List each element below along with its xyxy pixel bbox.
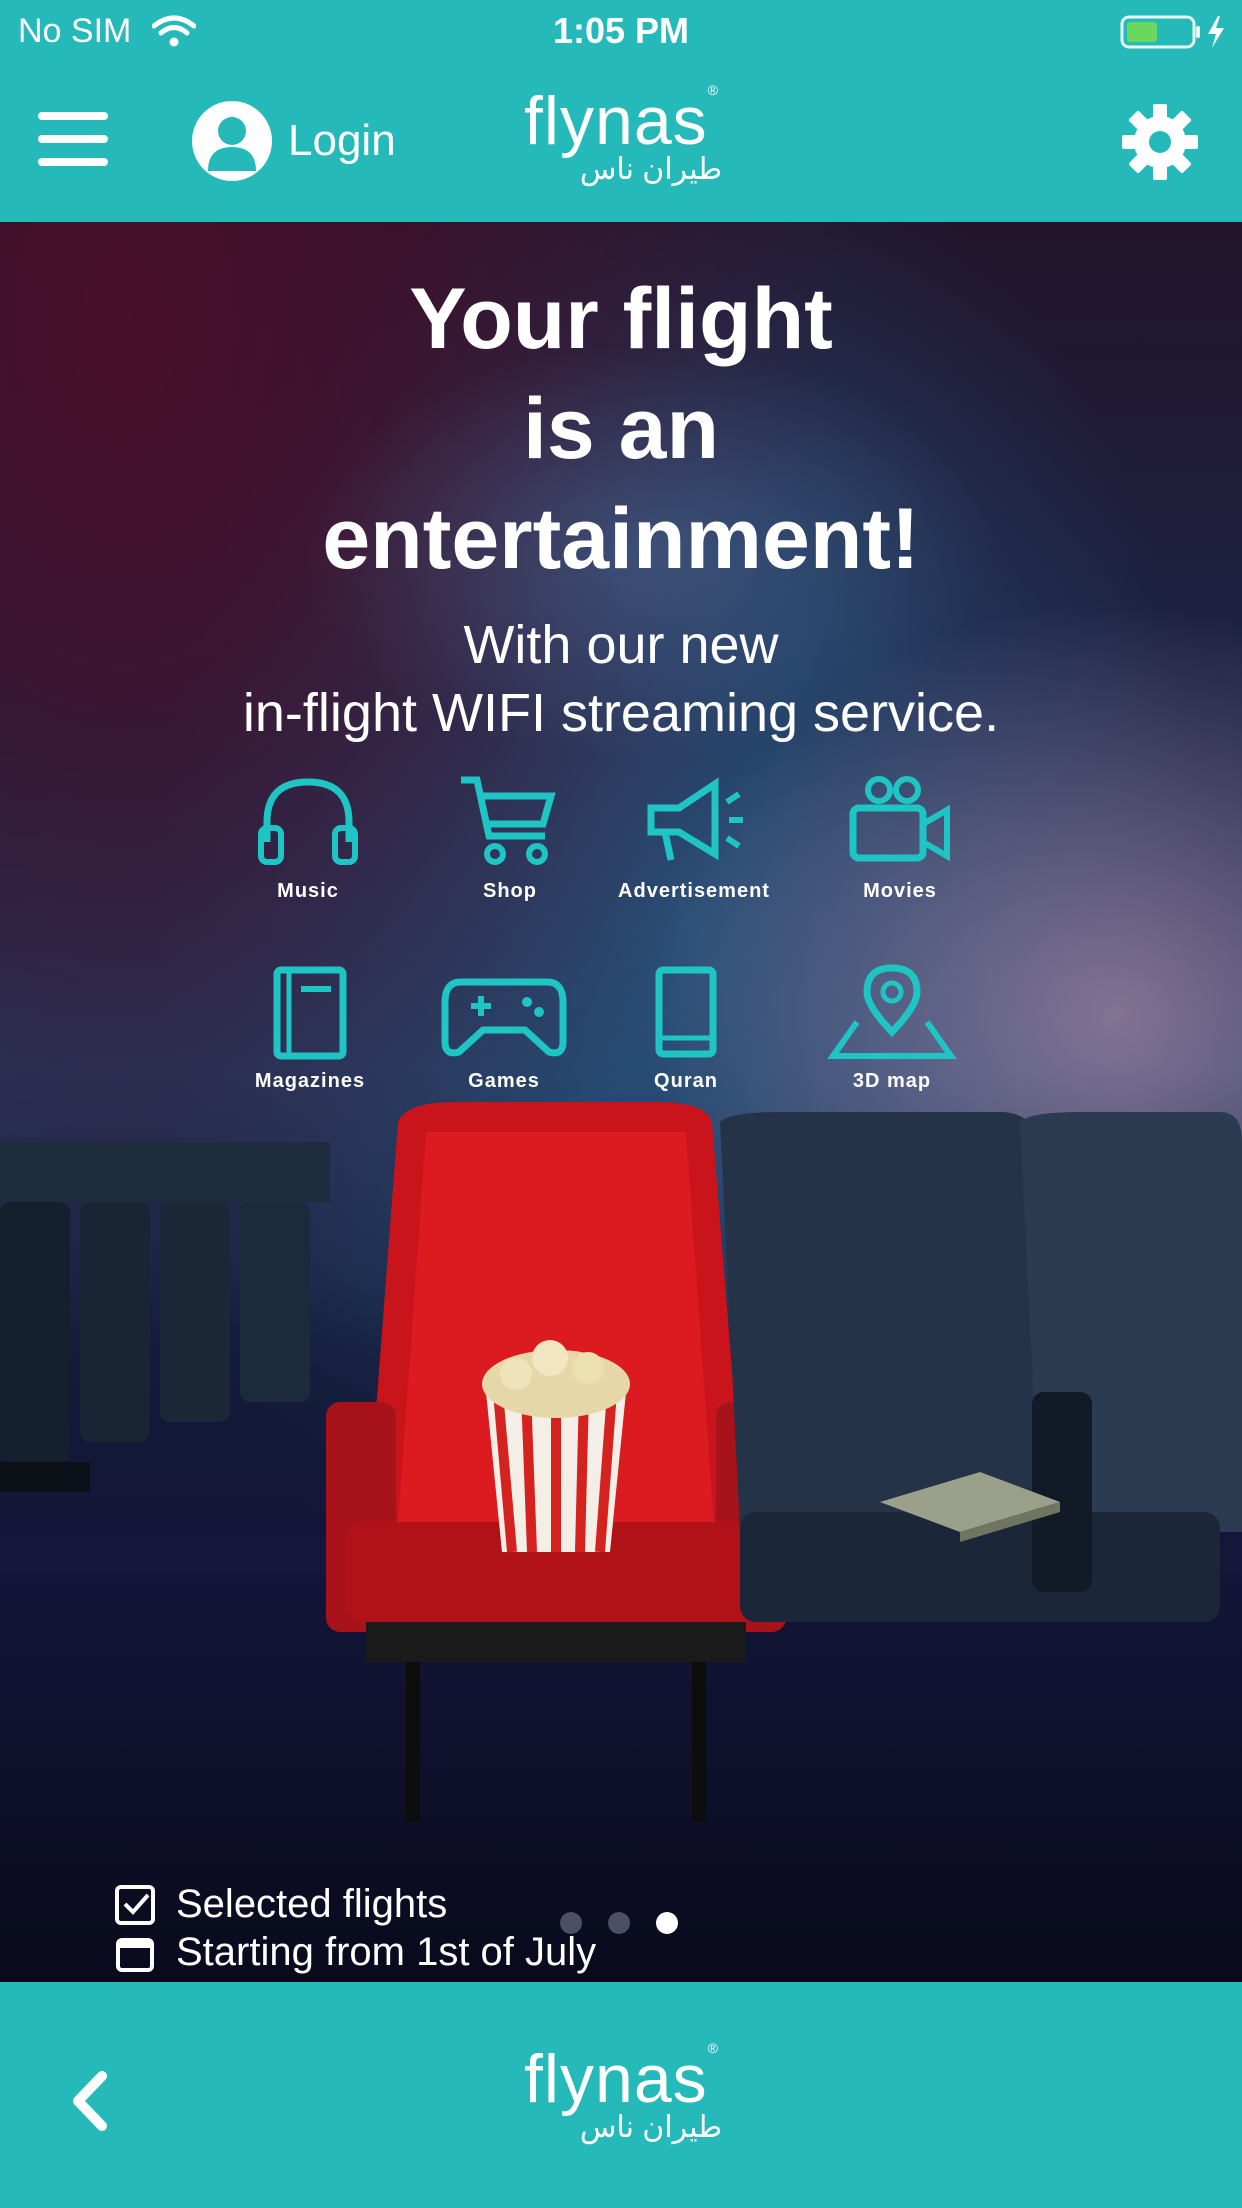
feature-label: Quran <box>654 1070 718 1092</box>
brand-logo: flynas® طيران ناس <box>0 82 1242 187</box>
blue-seats-with-book <box>720 1112 1242 1622</box>
carousel-dot-3-active[interactable] <box>656 1912 678 1934</box>
caption-start-date: Starting from 1st of July <box>114 1930 596 1975</box>
feature-shop: Shop <box>410 772 610 903</box>
caption-selected-label: Selected flights <box>176 1882 448 1926</box>
screen: No SIM 1:05 PM Login flynas® طيران ناس Y… <box>0 0 1242 2208</box>
promo-banner[interactable]: Your flight is an entertainment! With ou… <box>0 222 1242 1982</box>
headline-line1: Your flight <box>409 271 833 367</box>
top-bar: No SIM 1:05 PM Login flynas® طيران ناس <box>0 0 1242 222</box>
magazine-icon <box>273 966 347 1060</box>
footer-brand-logo: flynas® طيران ناس <box>0 2040 1242 2145</box>
footer-brand-arabic: طيران ناس <box>579 2111 723 2144</box>
shopping-cart-icon <box>461 776 556 865</box>
feature-quran: Quran <box>586 962 786 1093</box>
brand-arabic: طيران ناس <box>579 153 723 186</box>
feature-label: Music <box>277 880 339 902</box>
battery-charging-icon <box>1120 15 1224 49</box>
headline-line2: is an <box>523 381 719 477</box>
carousel-dot-1[interactable] <box>560 1912 582 1934</box>
headphones-icon <box>258 778 358 865</box>
feature-advertisement: Advertisement <box>594 772 794 903</box>
feature-magazines: Magazines <box>210 962 410 1093</box>
checkbox-checked-icon <box>115 1884 155 1925</box>
caption-selected-flights: Selected flights <box>114 1882 447 1927</box>
feature-label: Advertisement <box>618 880 770 902</box>
red-seat-with-popcorn <box>326 1102 786 1822</box>
footer-brand-name: flynas <box>524 2041 708 2117</box>
carousel-dot-2[interactable] <box>608 1912 630 1934</box>
feature-label: Shop <box>483 880 537 902</box>
carousel-pagination <box>560 1912 704 1934</box>
bottom-bar: flynas® طيران ناس <box>0 1982 1242 2208</box>
feature-label: Games <box>468 1070 540 1092</box>
feature-music: Music <box>208 772 408 903</box>
caption-date-label: Starting from 1st of July <box>176 1930 597 1974</box>
calendar-icon <box>116 1937 154 1972</box>
gear-icon[interactable] <box>1118 100 1202 184</box>
gamepad-icon <box>441 978 567 1057</box>
map-pin-icon <box>827 964 957 1059</box>
cabin-seat-row <box>0 1142 330 1492</box>
book-icon <box>655 966 717 1058</box>
subline2: in-flight WIFI streaming service. <box>242 683 1000 743</box>
status-time: 1:05 PM <box>552 10 690 51</box>
feature-3d-map: 3D map <box>792 962 992 1093</box>
feature-games: Games <box>404 962 604 1093</box>
feature-label: 3D map <box>852 1070 932 1092</box>
status-bar: No SIM 1:05 PM <box>0 0 1242 62</box>
feature-movies: Movies <box>800 772 1000 903</box>
video-camera-icon <box>849 776 950 862</box>
feature-label: Magazines <box>254 1070 366 1092</box>
brand-name: flynas <box>524 83 708 159</box>
megaphone-icon <box>647 777 743 861</box>
headline-line3: entertainment! <box>322 491 920 587</box>
feature-label: Movies <box>863 880 937 902</box>
subline1: With our new <box>463 615 779 675</box>
